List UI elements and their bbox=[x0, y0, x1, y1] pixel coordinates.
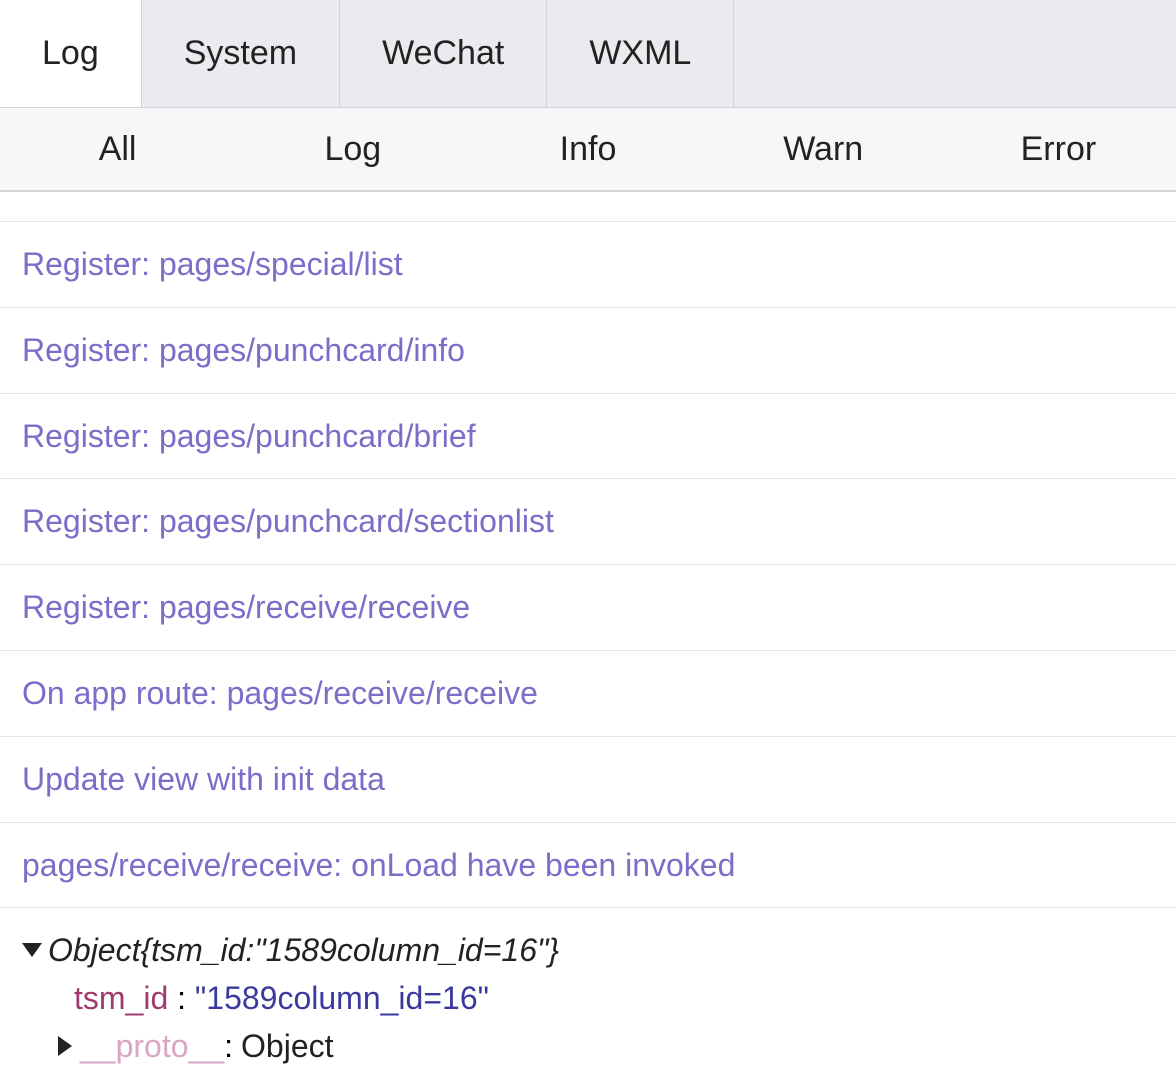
chevron-down-icon bbox=[22, 943, 42, 957]
filter-warn[interactable]: Warn bbox=[706, 108, 941, 190]
chevron-right-icon bbox=[58, 1036, 72, 1056]
proto-value: Object bbox=[241, 1022, 333, 1070]
log-entry: Register: pages/punchcard/sectionlist bbox=[0, 479, 1176, 565]
filter-error[interactable]: Error bbox=[941, 108, 1176, 190]
proto-colon: : bbox=[224, 1022, 233, 1070]
log-entry: Register: pages/punchcard/brief bbox=[0, 394, 1176, 480]
filter-all[interactable]: All bbox=[0, 108, 235, 190]
filter-tabs: All Log Info Warn Error bbox=[0, 108, 1176, 192]
object-property: tsm_id : "1589column_id=16" bbox=[22, 974, 1154, 1022]
log-entry: pages/receive/receive: onLoad have been … bbox=[0, 823, 1176, 909]
main-tabs: Log System WeChat WXML bbox=[0, 0, 1176, 108]
log-entry: Register: pages/punchcard/info bbox=[0, 308, 1176, 394]
tab-system[interactable]: System bbox=[142, 0, 340, 107]
tab-log[interactable]: Log bbox=[0, 0, 142, 107]
filter-log[interactable]: Log bbox=[235, 108, 470, 190]
log-entry: Update view with init data bbox=[0, 737, 1176, 823]
object-type: Object bbox=[48, 926, 140, 974]
tab-wechat[interactable]: WeChat bbox=[340, 0, 547, 107]
tab-wxml[interactable]: WXML bbox=[547, 0, 734, 107]
log-container[interactable]: Register: pages/hotTopic/hotTopic Regist… bbox=[0, 192, 1176, 1080]
object-summary-close: } bbox=[548, 926, 559, 974]
object-proto[interactable]: __proto__ : Object bbox=[22, 1022, 1154, 1070]
object-summary-value: "1589column_id=16" bbox=[254, 926, 548, 974]
property-value: "1589column_id=16" bbox=[195, 980, 489, 1016]
log-object: Object { tsm_id : "1589column_id=16" } t… bbox=[0, 908, 1176, 1080]
object-summary-key: tsm_id bbox=[151, 926, 245, 974]
filter-info[interactable]: Info bbox=[470, 108, 705, 190]
object-summary-colon: : bbox=[245, 926, 254, 974]
object-header[interactable]: Object { tsm_id : "1589column_id=16" } bbox=[22, 926, 1154, 974]
log-entry: Register: pages/special/list bbox=[0, 222, 1176, 308]
property-colon: : bbox=[177, 980, 195, 1016]
log-entry: On app route: pages/receive/receive bbox=[0, 651, 1176, 737]
proto-key: __proto__ bbox=[80, 1022, 224, 1070]
object-summary-open: { bbox=[140, 926, 151, 974]
property-key: tsm_id bbox=[74, 980, 168, 1016]
log-entry: Register: pages/hotTopic/hotTopic bbox=[0, 192, 1176, 222]
log-entry: Register: pages/receive/receive bbox=[0, 565, 1176, 651]
